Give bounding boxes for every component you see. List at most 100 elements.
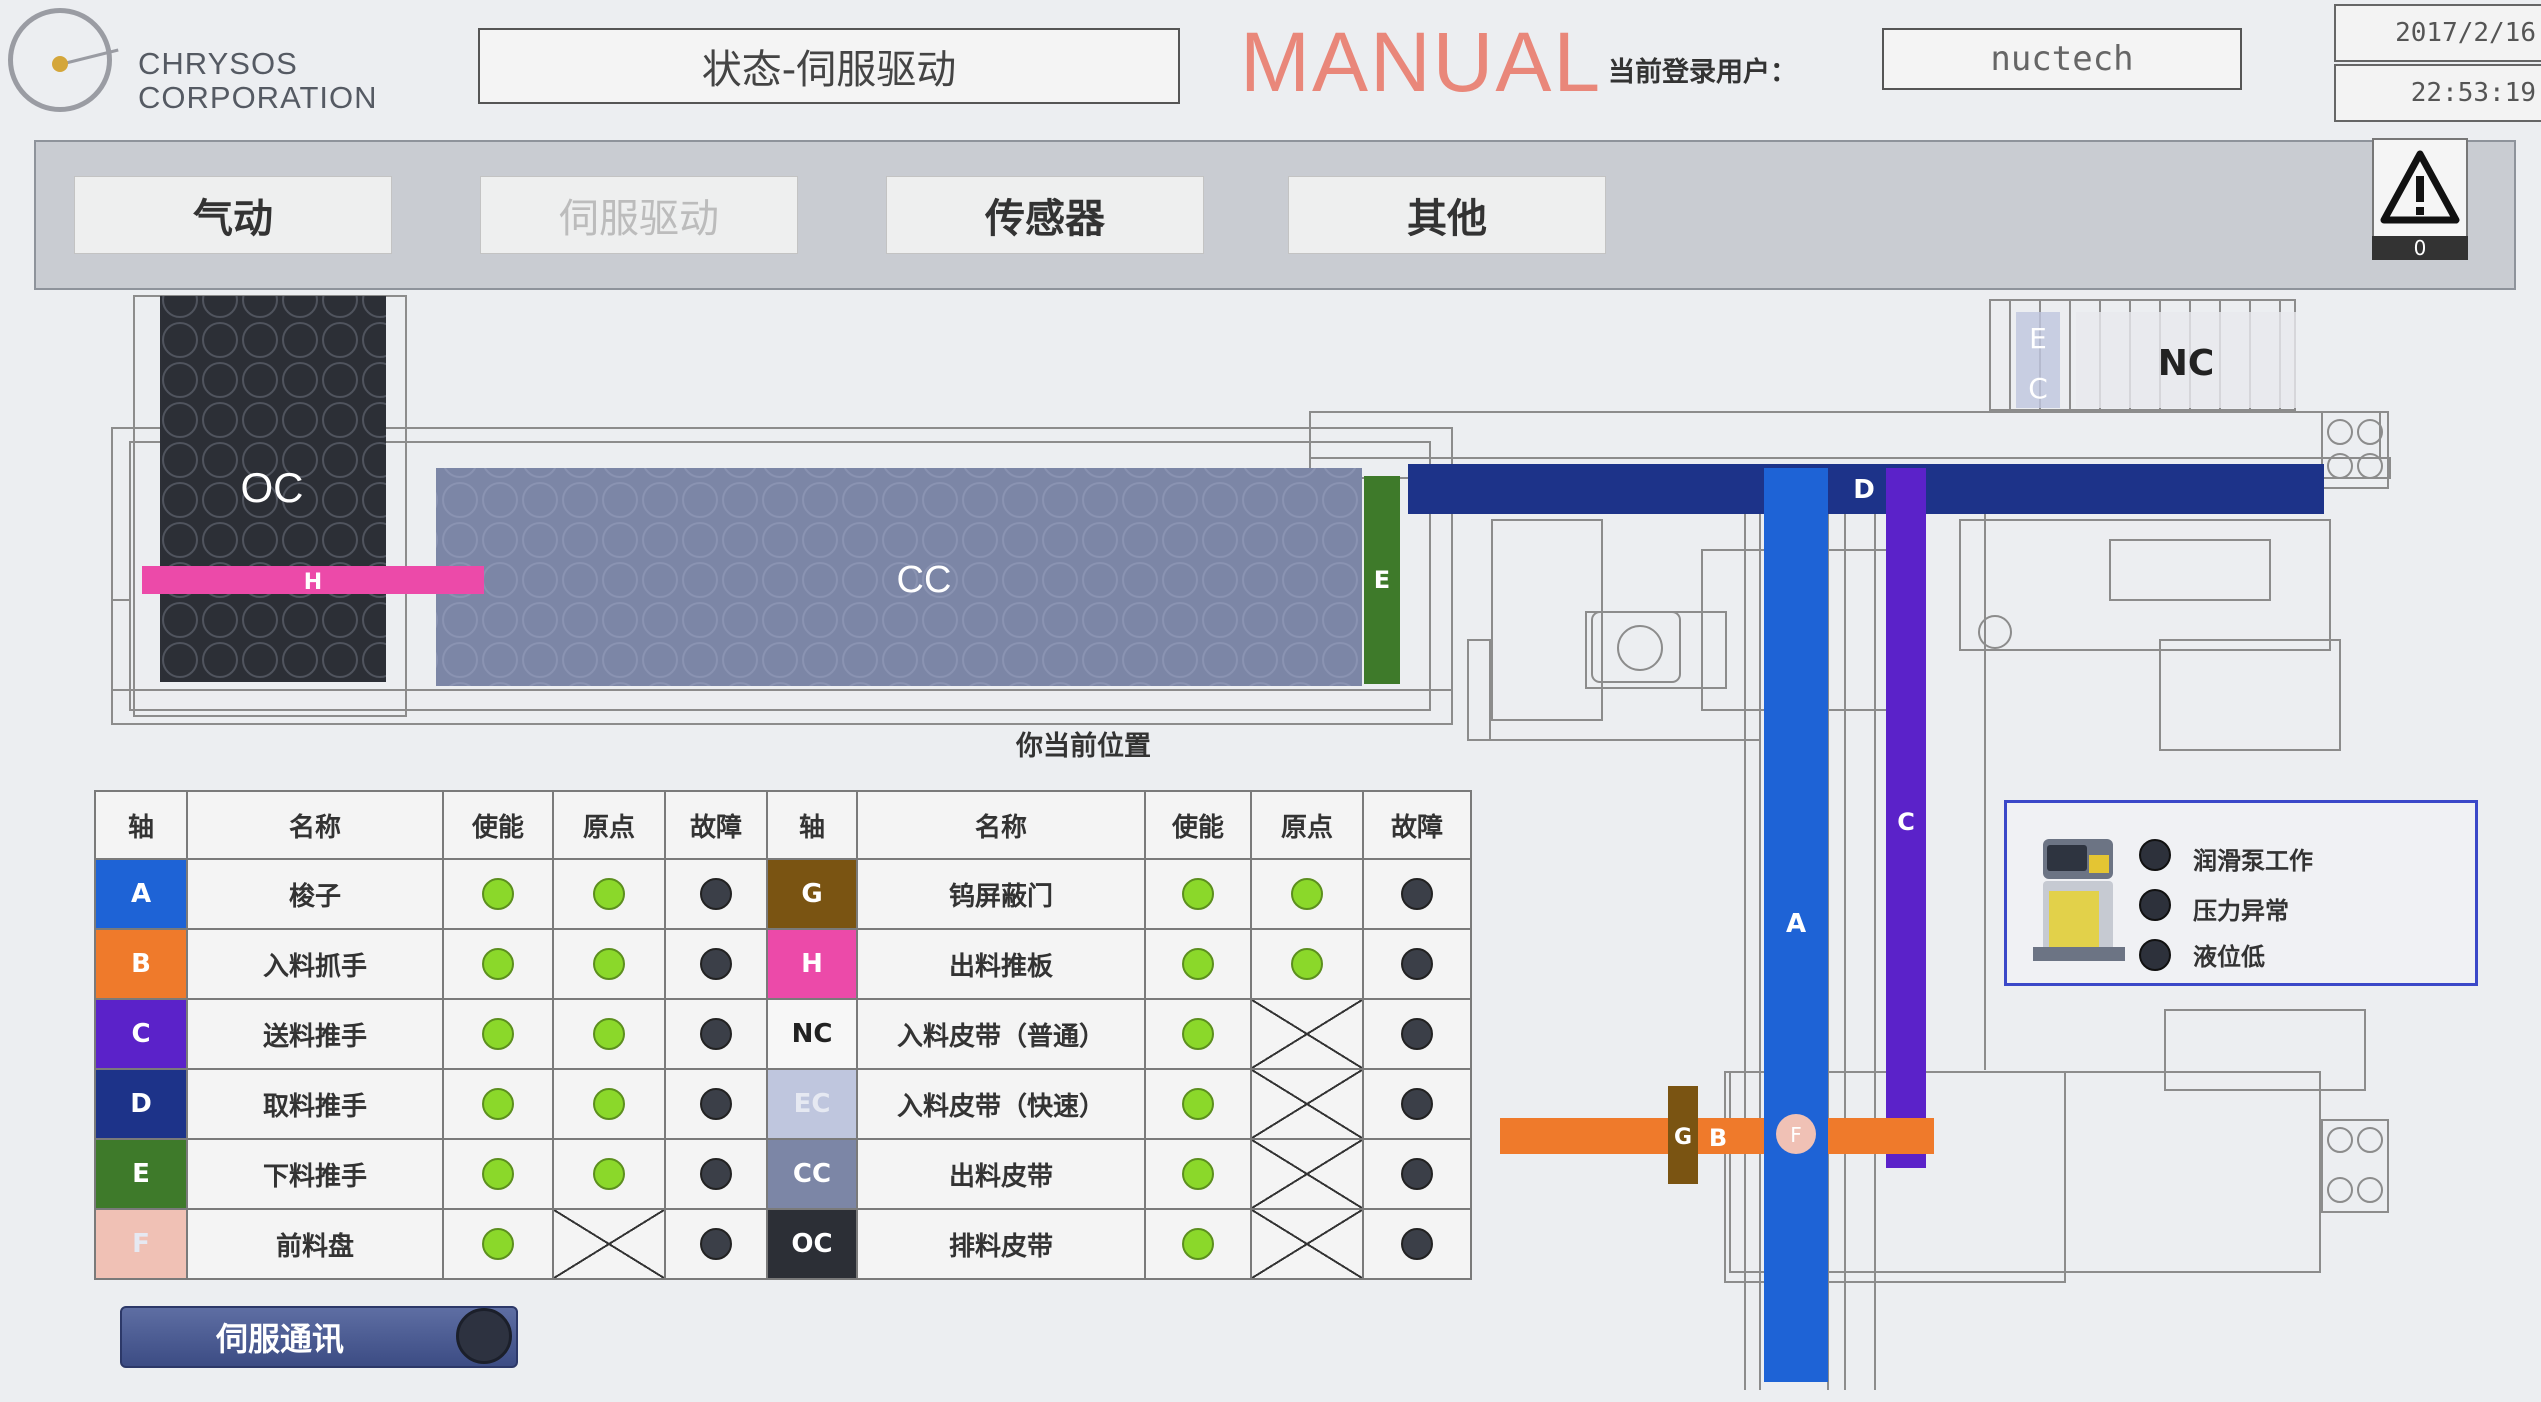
servo-comm-label: 伺服通讯 (215, 1320, 344, 1358)
fault-cell (664, 1208, 768, 1280)
current-position-label: 你当前位置 (1016, 731, 1151, 762)
table-row: D 取料推手 EC 入料皮带（快速） (94, 1068, 1472, 1140)
axis-name-left: 送料推手 (186, 998, 444, 1070)
axis-name-left: 取料推手 (186, 1068, 444, 1140)
axis-code-right: G (766, 858, 858, 930)
enable-cell (1144, 1068, 1252, 1140)
enable-cell (442, 1208, 554, 1280)
logo-dot-icon (52, 56, 68, 72)
enable-lamp (482, 878, 514, 910)
table-header-row: 轴 名称 使能 原点 故障 轴 名称 使能 原点 故障 (94, 790, 1472, 860)
fault-lamp (1401, 1018, 1433, 1050)
label-f: F (1790, 1123, 1802, 1147)
origin-not-applicable (552, 1208, 666, 1280)
origin-cell (1250, 858, 1364, 930)
enable-lamp (1182, 1228, 1214, 1260)
axis-name-right: 钨屏蔽门 (856, 858, 1146, 930)
col-fault-2: 故障 (1362, 790, 1472, 860)
origin-lamp (593, 1158, 625, 1190)
alarm-count: 0 (2372, 236, 2468, 260)
servo-comm-lamp (456, 1308, 512, 1364)
enable-cell (1144, 998, 1252, 1070)
date-display: 2017/2/16 (2334, 4, 2541, 62)
level-low-lamp (2139, 939, 2171, 971)
origin-lamp (1291, 948, 1323, 980)
label-a: A (1786, 909, 1806, 939)
axis-code-right: CC (766, 1138, 858, 1210)
label-c: C (1897, 808, 1915, 836)
enable-cell (442, 998, 554, 1070)
axis-name-left: 下料推手 (186, 1138, 444, 1210)
axis-code-left: F (94, 1208, 188, 1280)
axis-code-right: EC (766, 1068, 858, 1140)
axis-name-right: 入料皮带（快速） (856, 1068, 1146, 1140)
origin-not-applicable (1250, 1068, 1364, 1140)
company-name-line1: CHRYSOS (138, 46, 298, 81)
fault-lamp (1401, 1228, 1433, 1260)
enable-lamp (1182, 1088, 1214, 1120)
fault-cell (1362, 1208, 1472, 1280)
company-name-line2: CORPORATION (138, 80, 378, 115)
tab-servo-drive[interactable]: 伺服驱动 (480, 176, 798, 254)
lube-pump-icon (2033, 839, 2125, 961)
label-oc: OC (241, 464, 304, 511)
enable-lamp (1182, 878, 1214, 910)
fault-lamp (1401, 1088, 1433, 1120)
label-ec-c: C (2028, 372, 2048, 405)
col-name-2: 名称 (856, 790, 1146, 860)
table-row: C 送料推手 NC 入料皮带（普通） (94, 998, 1472, 1070)
axis-name-right: 入料皮带（普通） (856, 998, 1146, 1070)
table-row: F 前料盘 OC 排料皮带 (94, 1208, 1472, 1280)
warning-triangle-icon (2380, 150, 2460, 224)
fault-lamp (700, 1088, 732, 1120)
origin-lamp (593, 1018, 625, 1050)
origin-not-applicable (1250, 998, 1364, 1070)
table-row: E 下料推手 CC 出料皮带 (94, 1138, 1472, 1210)
fault-cell (1362, 998, 1472, 1070)
enable-lamp (1182, 948, 1214, 980)
label-nc: NC (2158, 343, 2215, 384)
axis-code-right: OC (766, 1208, 858, 1280)
fault-cell (664, 1068, 768, 1140)
tab-pneumatic[interactable]: 气动 (74, 176, 392, 254)
current-user-box: nuctech (1882, 28, 2242, 90)
axis-name-left: 梭子 (186, 858, 444, 930)
fault-lamp (700, 948, 732, 980)
lube-pump-running-label: 润滑泵工作 (2193, 847, 2313, 875)
axis-name-right: 出料推板 (856, 928, 1146, 1000)
origin-cell (552, 858, 666, 930)
origin-cell (552, 928, 666, 1000)
tab-sensors[interactable]: 传感器 (886, 176, 1204, 254)
enable-lamp (482, 1158, 514, 1190)
col-axis-2: 轴 (766, 790, 858, 860)
level-low-label: 液位低 (2193, 943, 2265, 971)
enable-cell (442, 1068, 554, 1140)
label-d: D (1853, 475, 1875, 505)
col-axis: 轴 (94, 790, 188, 860)
enable-lamp (1182, 1158, 1214, 1190)
enable-cell (1144, 928, 1252, 1000)
screen-title-box: 状态-伺服驱动 (478, 28, 1180, 104)
time-display: 22:53:19 (2334, 64, 2541, 122)
origin-lamp (593, 878, 625, 910)
origin-not-applicable (1250, 1138, 1364, 1210)
tab-other[interactable]: 其他 (1288, 176, 1606, 254)
lubrication-panel: 润滑泵工作 压力异常 液位低 (2004, 800, 2478, 986)
fault-lamp (1401, 878, 1433, 910)
fault-lamp (700, 1228, 732, 1260)
fault-cell (664, 1138, 768, 1210)
fault-cell (1362, 1138, 1472, 1210)
table-row: B 入料抓手 H 出料推板 (94, 928, 1472, 1000)
axis-status-table: 轴 名称 使能 原点 故障 轴 名称 使能 原点 故障 A 梭子 G 钨屏蔽门 B 入料抓… (94, 790, 1472, 1280)
fault-lamp (700, 878, 732, 910)
label-g: G (1674, 1125, 1692, 1150)
table-row: A 梭子 G 钨屏蔽门 (94, 858, 1472, 930)
origin-cell (552, 1068, 666, 1140)
axis-code-left: C (94, 998, 188, 1070)
enable-cell (1144, 1208, 1252, 1280)
col-fault: 故障 (664, 790, 768, 860)
axis-code-left: A (94, 858, 188, 930)
axis-code-left: E (94, 1138, 188, 1210)
current-user: nuctech (1990, 39, 2134, 79)
origin-not-applicable (1250, 1208, 1364, 1280)
